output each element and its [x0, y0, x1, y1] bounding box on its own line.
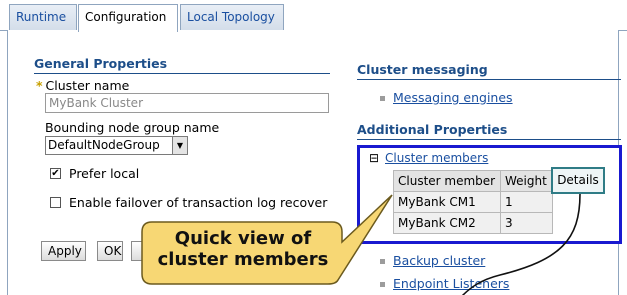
callout-line-2: cluster members — [157, 249, 329, 270]
callout-text: Quick view of cluster members — [145, 228, 341, 270]
tab-configuration[interactable]: Configuration — [78, 4, 178, 32]
callout-line-1: Quick view of — [174, 228, 312, 249]
pointer-curve — [461, 193, 581, 295]
